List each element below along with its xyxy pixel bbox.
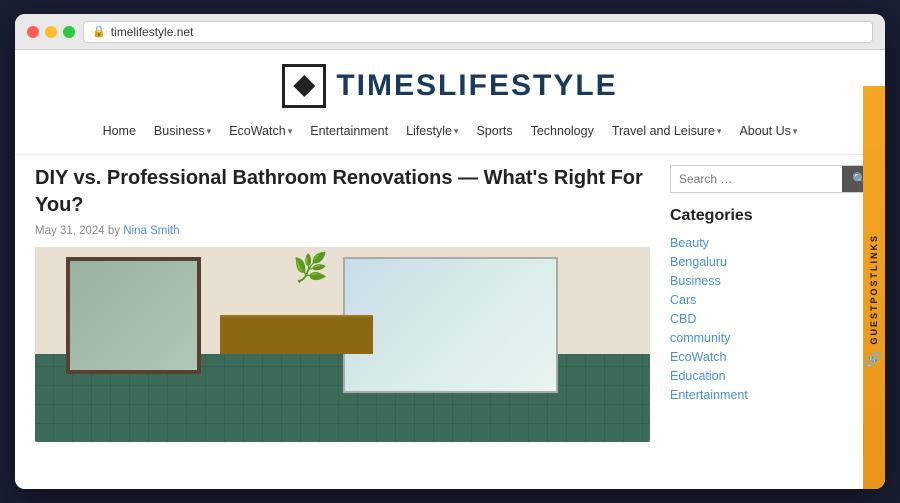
article-column: DIY vs. Professional Bathroom Renovation…	[35, 165, 670, 474]
chevron-down-icon: ▾	[454, 126, 459, 137]
site-header: TIMESLIFESTYLE Home Business ▾ EcoWatch …	[15, 50, 885, 155]
plant: 🌿	[293, 251, 328, 284]
search-box: 🔍	[670, 165, 865, 193]
close-button[interactable]	[27, 26, 39, 38]
browser-titlebar: 🔒 timelifestyle.net	[15, 14, 885, 50]
main-layout: DIY vs. Professional Bathroom Renovation…	[15, 155, 885, 484]
window-controls	[27, 26, 75, 38]
article-author[interactable]: Nina Smith	[123, 225, 179, 237]
list-item: community	[670, 330, 865, 346]
maximize-button[interactable]	[63, 26, 75, 38]
nav-ecowatch[interactable]: EcoWatch ▾	[221, 120, 300, 142]
category-bengaluru[interactable]: Bengaluru	[670, 254, 865, 270]
chevron-down-icon: ▾	[717, 126, 722, 137]
category-business[interactable]: Business	[670, 273, 865, 289]
nav-entertainment[interactable]: Entertainment	[302, 120, 396, 142]
chevron-down-icon: ▾	[288, 126, 293, 137]
mirror	[66, 257, 201, 374]
search-input[interactable]	[671, 166, 842, 192]
url-text: timelifestyle.net	[111, 25, 194, 39]
list-item: Cars	[670, 292, 865, 308]
minimize-button[interactable]	[45, 26, 57, 38]
browser-window: 🔒 timelifestyle.net TIMESLIFESTYLE Home …	[15, 14, 885, 489]
site-nav: Home Business ▾ EcoWatch ▾ Entertainment…	[35, 116, 865, 146]
list-item: Entertainment	[670, 387, 865, 403]
article-image: 🌿	[35, 247, 650, 442]
site-name: TIMESLIFESTYLE	[336, 69, 617, 103]
logo-icon	[282, 64, 326, 108]
category-entertainment[interactable]: Entertainment	[670, 387, 865, 403]
address-bar[interactable]: 🔒 timelifestyle.net	[83, 21, 873, 43]
article-by: by	[108, 225, 120, 237]
nav-travel[interactable]: Travel and Leisure ▾	[604, 120, 730, 142]
chevron-down-icon: ▾	[793, 126, 798, 137]
link-icon: 🔗	[866, 350, 882, 368]
category-list: Beauty Bengaluru Business Cars CBD	[670, 235, 865, 403]
dresser	[220, 315, 374, 354]
list-item: EcoWatch	[670, 349, 865, 365]
nav-lifestyle[interactable]: Lifestyle ▾	[398, 120, 466, 142]
bathroom-illustration: 🌿	[35, 247, 650, 442]
category-cars[interactable]: Cars	[670, 292, 865, 308]
site-logo: TIMESLIFESTYLE	[35, 64, 865, 108]
nav-business[interactable]: Business ▾	[146, 120, 219, 142]
list-item: Business	[670, 273, 865, 289]
list-item: Education	[670, 368, 865, 384]
nav-sports[interactable]: Sports	[468, 120, 520, 142]
list-item: CBD	[670, 311, 865, 327]
nav-about[interactable]: About Us ▾	[731, 120, 805, 142]
article-meta: May 31, 2024 by Nina Smith	[35, 225, 650, 237]
side-banner[interactable]: GUESTPOSTLINKS 🔗	[863, 86, 885, 489]
article-title: DIY vs. Professional Bathroom Renovation…	[35, 165, 650, 219]
category-ecowatch[interactable]: EcoWatch	[670, 349, 865, 365]
bathroom-window	[343, 257, 558, 394]
category-beauty[interactable]: Beauty	[670, 235, 865, 251]
nav-technology[interactable]: Technology	[523, 120, 602, 142]
category-community[interactable]: community	[670, 330, 865, 346]
nav-home[interactable]: Home	[95, 120, 144, 142]
categories-heading: Categories	[670, 207, 865, 225]
chevron-down-icon: ▾	[207, 126, 212, 137]
banner-text: GUESTPOSTLINKS	[869, 234, 879, 345]
article-date: May 31, 2024	[35, 225, 105, 237]
sidebar: 🔍 Categories Beauty Bengaluru Business	[670, 165, 865, 474]
site-content: TIMESLIFESTYLE Home Business ▾ EcoWatch …	[15, 50, 885, 489]
list-item: Beauty	[670, 235, 865, 251]
lock-icon: 🔒	[92, 25, 106, 38]
list-item: Bengaluru	[670, 254, 865, 270]
category-education[interactable]: Education	[670, 368, 865, 384]
category-cbd[interactable]: CBD	[670, 311, 865, 327]
